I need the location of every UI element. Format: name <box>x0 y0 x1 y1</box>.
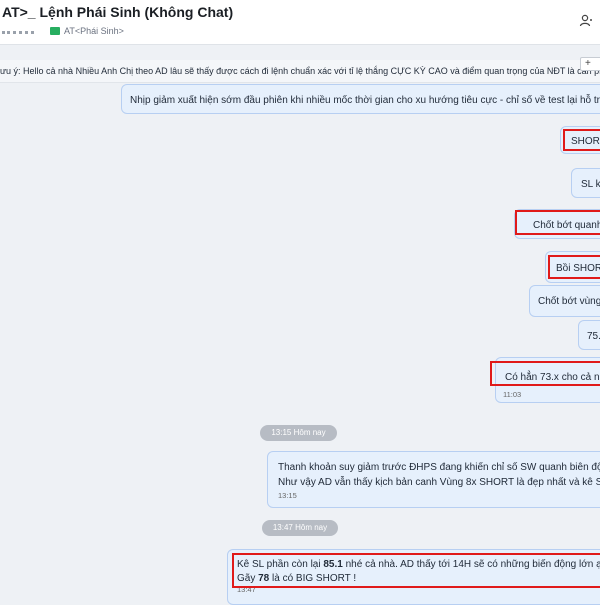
message-bubble[interactable]: Nhịp giảm xuất hiện sớm đầu phiên khi nh… <box>121 84 600 114</box>
breadcrumb-dots <box>2 31 34 37</box>
chat-title: AT>_ Lệnh Phái Sinh (Không Chat) <box>2 4 234 20</box>
message-text: Chốt bớt vùng <box>538 296 600 307</box>
pinned-message-bar[interactable]: ưu ý: Hello cả nhà Nhiều Anh Chị theo AD… <box>0 60 600 83</box>
pinned-add-button[interactable]: + <box>580 57 600 71</box>
message-text: SL kế <box>581 179 600 190</box>
members-icon[interactable] <box>579 14 593 28</box>
date-separator: 13:47 Hôm nay <box>262 520 338 536</box>
message-bubble[interactable]: SL kế <box>571 168 600 198</box>
highlight-box <box>548 255 600 279</box>
highlight-box <box>563 129 600 151</box>
message-bubble[interactable]: Thanh khoản suy giảm trước ĐHPS đang khi… <box>267 451 600 508</box>
date-separator: 13:15 Hôm nay <box>260 425 337 441</box>
message-bubble[interactable]: Chốt bớt vùng <box>529 285 600 317</box>
message-timestamp: 13:15 <box>278 491 297 500</box>
message-text: Nhịp giảm xuất hiện sớm đầu phiên khi nh… <box>130 95 600 106</box>
message-bubble[interactable]: 75. <box>578 320 600 350</box>
chat-header: AT>_ Lệnh Phái Sinh (Không Chat) AT<Phái… <box>0 0 600 45</box>
highlight-box <box>232 553 600 588</box>
highlight-box <box>490 361 600 386</box>
message-text-line: Thanh khoản suy giảm trước ĐHPS đang khi… <box>278 462 600 473</box>
tag-icon <box>50 27 60 35</box>
channel-tag-label: AT<Phái Sinh> <box>64 26 124 36</box>
message-text-line: Như vậy AD vẫn thấy kịch bản canh Vùng 8… <box>278 477 600 488</box>
pinned-message-text: ưu ý: Hello cả nhà Nhiều Anh Chị theo AD… <box>0 66 600 76</box>
message-timestamp: 11:03 <box>503 390 522 399</box>
highlight-box <box>515 210 600 235</box>
message-text: 75. <box>587 331 600 342</box>
